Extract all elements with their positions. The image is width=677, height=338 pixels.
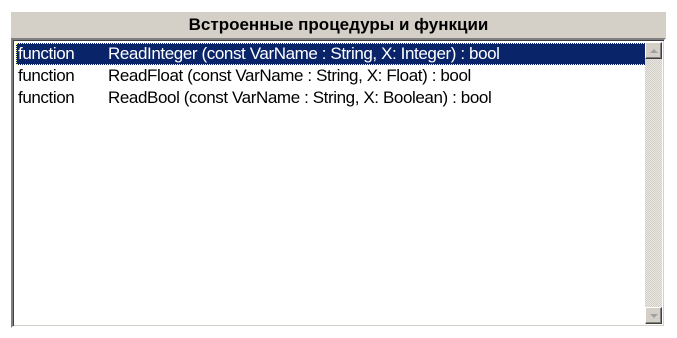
scroll-up-button[interactable] (645, 42, 662, 59)
arrow-down-icon (649, 313, 658, 318)
panel-title: Встроенные процедуры и функции (11, 12, 666, 38)
list-item-signature: ReadInteger (const VarName : String, X: … (108, 44, 500, 63)
list-item[interactable]: function ReadFloat (const VarName : Strin… (16, 65, 646, 87)
list-item-keyword: function (18, 88, 75, 107)
list-item[interactable]: function ReadInteger (const VarName : Str… (16, 43, 646, 65)
functions-listbox[interactable]: function ReadInteger (const VarName : Str… (11, 38, 666, 328)
list-item-signature: ReadBool (const VarName : String, X: Boo… (108, 88, 492, 107)
list-content: function ReadInteger (const VarName : Str… (16, 43, 646, 325)
builtin-functions-panel: Встроенные процедуры и функции function R… (0, 0, 677, 338)
scroll-down-button[interactable] (645, 307, 662, 324)
list-item-keyword: function (18, 66, 75, 85)
arrow-up-icon (649, 48, 658, 53)
list-item-keyword: function (18, 44, 75, 63)
list-item-signature: ReadFloat (const VarName : String, X: Fl… (108, 66, 471, 85)
list-item[interactable]: function ReadBool (const VarName : String… (16, 87, 646, 109)
vertical-scrollbar[interactable] (645, 42, 662, 324)
